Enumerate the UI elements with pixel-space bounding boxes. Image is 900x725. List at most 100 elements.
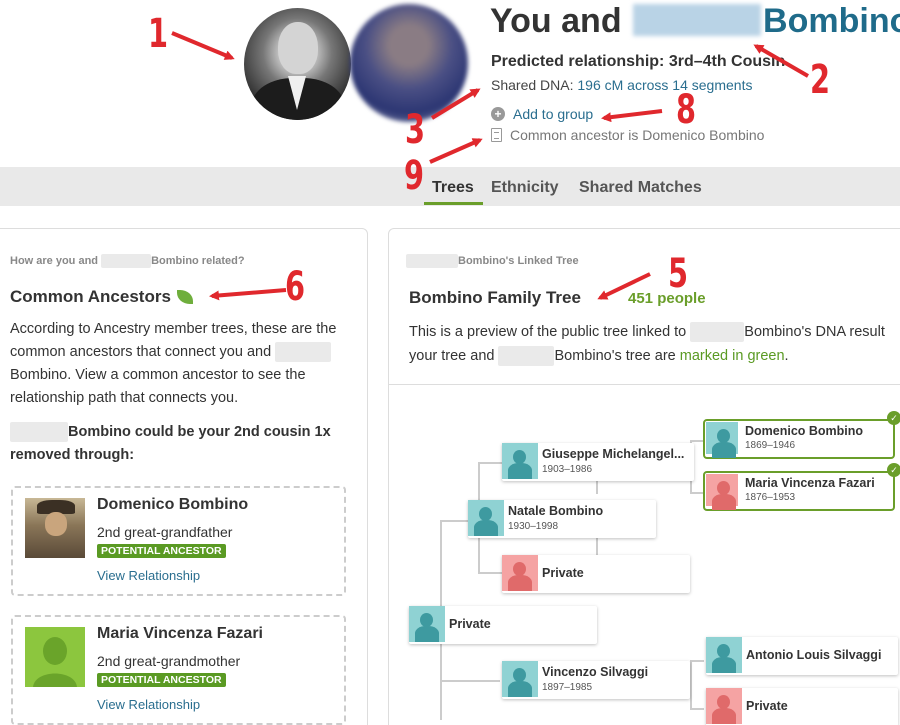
person-name: Maria Vincenza Fazari (745, 476, 875, 490)
tree-desc-2-middle: Bombino's tree are (554, 348, 676, 364)
add-to-group-label: Add to group (513, 106, 594, 122)
relationship-question: How are you and Bombino related? (10, 254, 245, 268)
male-avatar-icon (502, 443, 538, 479)
tab-trees[interactable]: Trees (432, 179, 474, 197)
potential-ancestor-badge: POTENTIAL ANCESTOR (97, 673, 226, 687)
tree-connector (440, 680, 500, 682)
predicted-relationship: Predicted relationship: 3rd–4th Cousin (491, 53, 786, 70)
redacted-name (498, 346, 555, 367)
person-dates: 1903–1986 (542, 464, 593, 475)
annotation-number-1: 1 (148, 11, 169, 57)
tab-ethnicity[interactable]: Ethnicity (491, 179, 559, 197)
annotation-number-5: 5 (668, 251, 689, 297)
person-name: Antonio Louis Silvaggi (746, 648, 882, 662)
tree-node-giuseppe[interactable]: Giuseppe Michelangel... 1903–1986 (502, 443, 694, 481)
tree-connector (596, 480, 598, 494)
desc-line-1: According to Ancestry member trees, thes… (10, 321, 337, 337)
tree-node-domenico[interactable]: Domenico Bombino 1869–1946 ✓ (703, 411, 900, 459)
tree-connector (478, 462, 502, 464)
annotation-number-6: 6 (285, 264, 306, 310)
leaf-icon (176, 290, 193, 304)
tree-connector (690, 492, 704, 494)
female-avatar-icon (502, 555, 538, 591)
female-avatar-icon (706, 474, 738, 510)
desc-line-2: common ancestors that connect you and (10, 341, 360, 364)
tree-node-natale[interactable]: Natale Bombino 1930–1998 (468, 500, 656, 538)
panel-divider (389, 384, 900, 385)
document-icon (491, 128, 502, 142)
redacted-name (101, 254, 152, 268)
person-name: Domenico Bombino (745, 424, 864, 438)
common-ancestor-note: Common ancestor is Domenico Bombino (491, 127, 764, 143)
tree-node-private-2[interactable]: Private (706, 688, 898, 725)
question-prefix: How are you and (10, 254, 99, 267)
tree-connector (690, 660, 692, 710)
ancestor-relationship: 2nd great-grandfather (97, 524, 233, 540)
redacted-name (275, 342, 332, 363)
question-suffix: Bombino related? (151, 254, 245, 267)
common-ancestor-text: Common ancestor is Domenico Bombino (510, 127, 765, 143)
tree-connector (440, 520, 468, 522)
view-relationship-link[interactable]: View Relationship (97, 697, 200, 712)
tree-connector (690, 440, 704, 442)
redacted-first-name (633, 4, 762, 36)
potential-ancestor-badge: POTENTIAL ANCESTOR (97, 544, 226, 558)
people-count: 451 people (628, 290, 706, 307)
add-to-group-button[interactable]: + Add to group (491, 106, 593, 122)
tree-desc-line-2: your tree and Bombino's tree are marked … (409, 344, 885, 368)
tree-desc-1-suffix: Bombino's DNA result (744, 324, 885, 340)
tree-node-vincenzo[interactable]: Vincenzo Silvaggi 1897–1985 (502, 661, 690, 699)
tree-desc-2-prefix: your tree and (409, 348, 495, 364)
common-ancestors-title: Common Ancestors (10, 287, 171, 306)
tree-node-private[interactable]: Private (502, 555, 690, 593)
desc-line-2-text: common ancestors that connect you and (10, 344, 272, 360)
linked-tree-label-text: Bombino's Linked Tree (458, 254, 579, 267)
tree-desc-line-1: This is a preview of the public tree lin… (409, 320, 885, 344)
person-dates: 1876–1953 (745, 492, 796, 503)
redacted-name (690, 322, 745, 343)
user-profile-photo (244, 8, 351, 120)
person-dates: 1869–1946 (745, 440, 796, 451)
person-name: Private (746, 699, 788, 713)
ancestor-name: Domenico Bombino (97, 496, 249, 513)
shared-dna-link[interactable]: 196 cM across 14 segments (577, 77, 752, 93)
annotation-number-8: 8 (676, 87, 697, 133)
person-name: Giuseppe Michelangel... (542, 447, 685, 461)
person-name: Vincenzo Silvaggi (542, 665, 649, 679)
tree-desc-1-prefix: This is a preview of the public tree lin… (409, 324, 687, 340)
tree-connector (690, 660, 704, 662)
tree-connector (596, 536, 598, 556)
tree-connector (478, 572, 502, 574)
cousin-line-1: Bombino could be your 2nd cousin 1x (10, 421, 355, 444)
ancestor-card[interactable]: Domenico Bombino 2nd great-grandfather P… (11, 486, 346, 596)
cousin-line-2: removed through: (10, 447, 135, 463)
title-surname: Bombino (763, 2, 900, 40)
male-avatar-icon (706, 422, 738, 458)
tree-node-maria[interactable]: Maria Vincenza Fazari 1876–1953 ✓ (703, 463, 900, 511)
tree-desc-2-end: . (784, 348, 789, 364)
person-name: Private (449, 617, 491, 631)
tree-description: This is a preview of the public tree lin… (409, 320, 885, 368)
title-prefix: You and (490, 2, 622, 40)
view-relationship-link[interactable]: View Relationship (97, 568, 200, 583)
shared-dna-label: Shared DNA: (491, 77, 574, 93)
desc-line-4: relationship path that connects you. (10, 390, 239, 406)
tree-title[interactable]: Bombino Family Tree (409, 288, 581, 308)
tree-node-antonio[interactable]: Antonio Louis Silvaggi (706, 637, 898, 675)
active-tab-indicator (424, 202, 483, 205)
tree-node-private-root[interactable]: Private (409, 606, 597, 644)
person-dates: 1897–1985 (542, 682, 593, 693)
ancestor-card[interactable]: Maria Vincenza Fazari 2nd great-grandmot… (11, 615, 346, 725)
redacted-name (406, 254, 458, 268)
tab-shared-matches[interactable]: Shared Matches (579, 179, 702, 197)
linked-tree-label: Bombino's Linked Tree (406, 254, 579, 268)
person-name: Private (542, 566, 584, 580)
ancestor-photo (25, 498, 85, 558)
annotation-number-3: 3 (405, 107, 426, 153)
male-avatar-icon (502, 661, 538, 697)
match-profile-photo (350, 4, 468, 122)
ancestor-silhouette (25, 627, 85, 687)
check-icon: ✓ (887, 411, 900, 425)
male-avatar-icon (706, 637, 742, 673)
common-ancestors-heading: Common Ancestors (10, 287, 193, 307)
